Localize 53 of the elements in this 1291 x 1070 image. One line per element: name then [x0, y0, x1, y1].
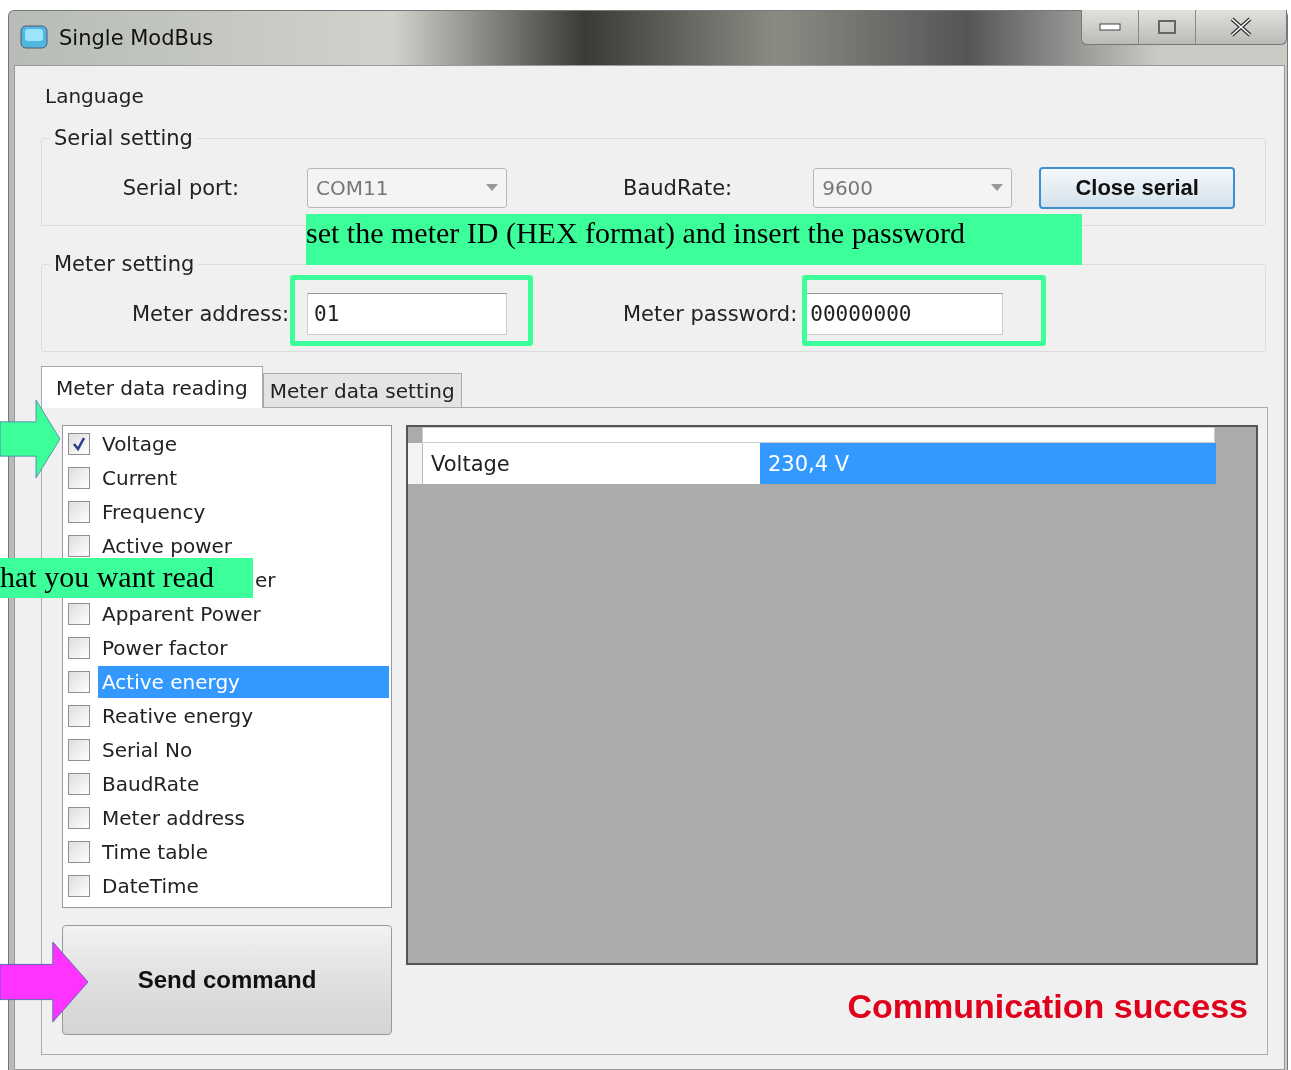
list-item[interactable]: Frequency [98, 501, 212, 523]
address-field[interactable]: 01 [307, 292, 507, 335]
caret-icon [991, 184, 1004, 191]
tab[interactable]: Meter data setting [262, 373, 462, 407]
maximize-icon [1157, 19, 1177, 35]
checkbox[interactable] [68, 705, 90, 727]
list-item[interactable]: Time table [98, 841, 214, 863]
close-icon [1229, 17, 1253, 37]
checkbox[interactable] [68, 739, 90, 761]
checkbox[interactable] [68, 535, 90, 557]
minimize-icon [1099, 23, 1121, 31]
list-item[interactable]: BaudRate [98, 773, 206, 795]
tab[interactable]: Meter data reading [41, 366, 263, 408]
list-item[interactable]: Voltage [98, 433, 184, 455]
app-icon [19, 24, 49, 52]
field-label: Serial port: [121, 175, 239, 200]
annotation-label: set the meter ID (HEX format) and insert the password [306, 214, 1082, 265]
list-item[interactable]: Reative energy [98, 705, 260, 727]
checkbox[interactable] [68, 875, 90, 897]
list-item[interactable]: er [255, 569, 282, 591]
list-item[interactable]: Current [98, 467, 184, 489]
caret-icon [486, 184, 498, 191]
list-item[interactable]: Serial No [98, 739, 199, 761]
send-command-button[interactable]: Send command [62, 925, 392, 1035]
checkbox[interactable] [68, 807, 90, 829]
menu-item[interactable]: Language [45, 82, 144, 110]
checkbox[interactable] [68, 773, 90, 795]
field-label: BaudRate: [623, 175, 733, 200]
table-cell: Voltage [423, 443, 760, 484]
field-label: Meter password: [623, 301, 798, 326]
checkbox[interactable] [68, 841, 90, 863]
list-item[interactable]: Active power [98, 535, 239, 557]
list-item[interactable]: Meter address [98, 807, 251, 829]
checkbox[interactable] [68, 467, 90, 489]
annotation-label: hat you want read [0, 558, 253, 598]
checkbox[interactable] [68, 671, 90, 693]
list-item[interactable]: Power factor [98, 637, 234, 659]
port-dropdown[interactable]: COM11 [307, 167, 507, 208]
checkbox[interactable] [68, 637, 90, 659]
window-title: Single ModBus [59, 26, 214, 50]
checkbox[interactable] [68, 501, 90, 523]
checkbox[interactable] [68, 433, 90, 455]
baudrate-dropdown[interactable]: 9600 [813, 167, 1013, 208]
list-item[interactable]: DateTime [98, 875, 205, 897]
row-header [408, 443, 423, 484]
table-cell: 230,4 V [760, 443, 1216, 484]
field-label: Meter address: [130, 301, 289, 326]
close-serial-button[interactable]: Close serial [1039, 166, 1236, 209]
group-title: Meter setting [53, 252, 196, 276]
checkbox[interactable] [68, 603, 90, 625]
status-message: Communication success [847, 987, 1248, 1026]
list-item[interactable]: Apparent Power [98, 603, 267, 625]
group-title: Serial setting [53, 126, 194, 150]
